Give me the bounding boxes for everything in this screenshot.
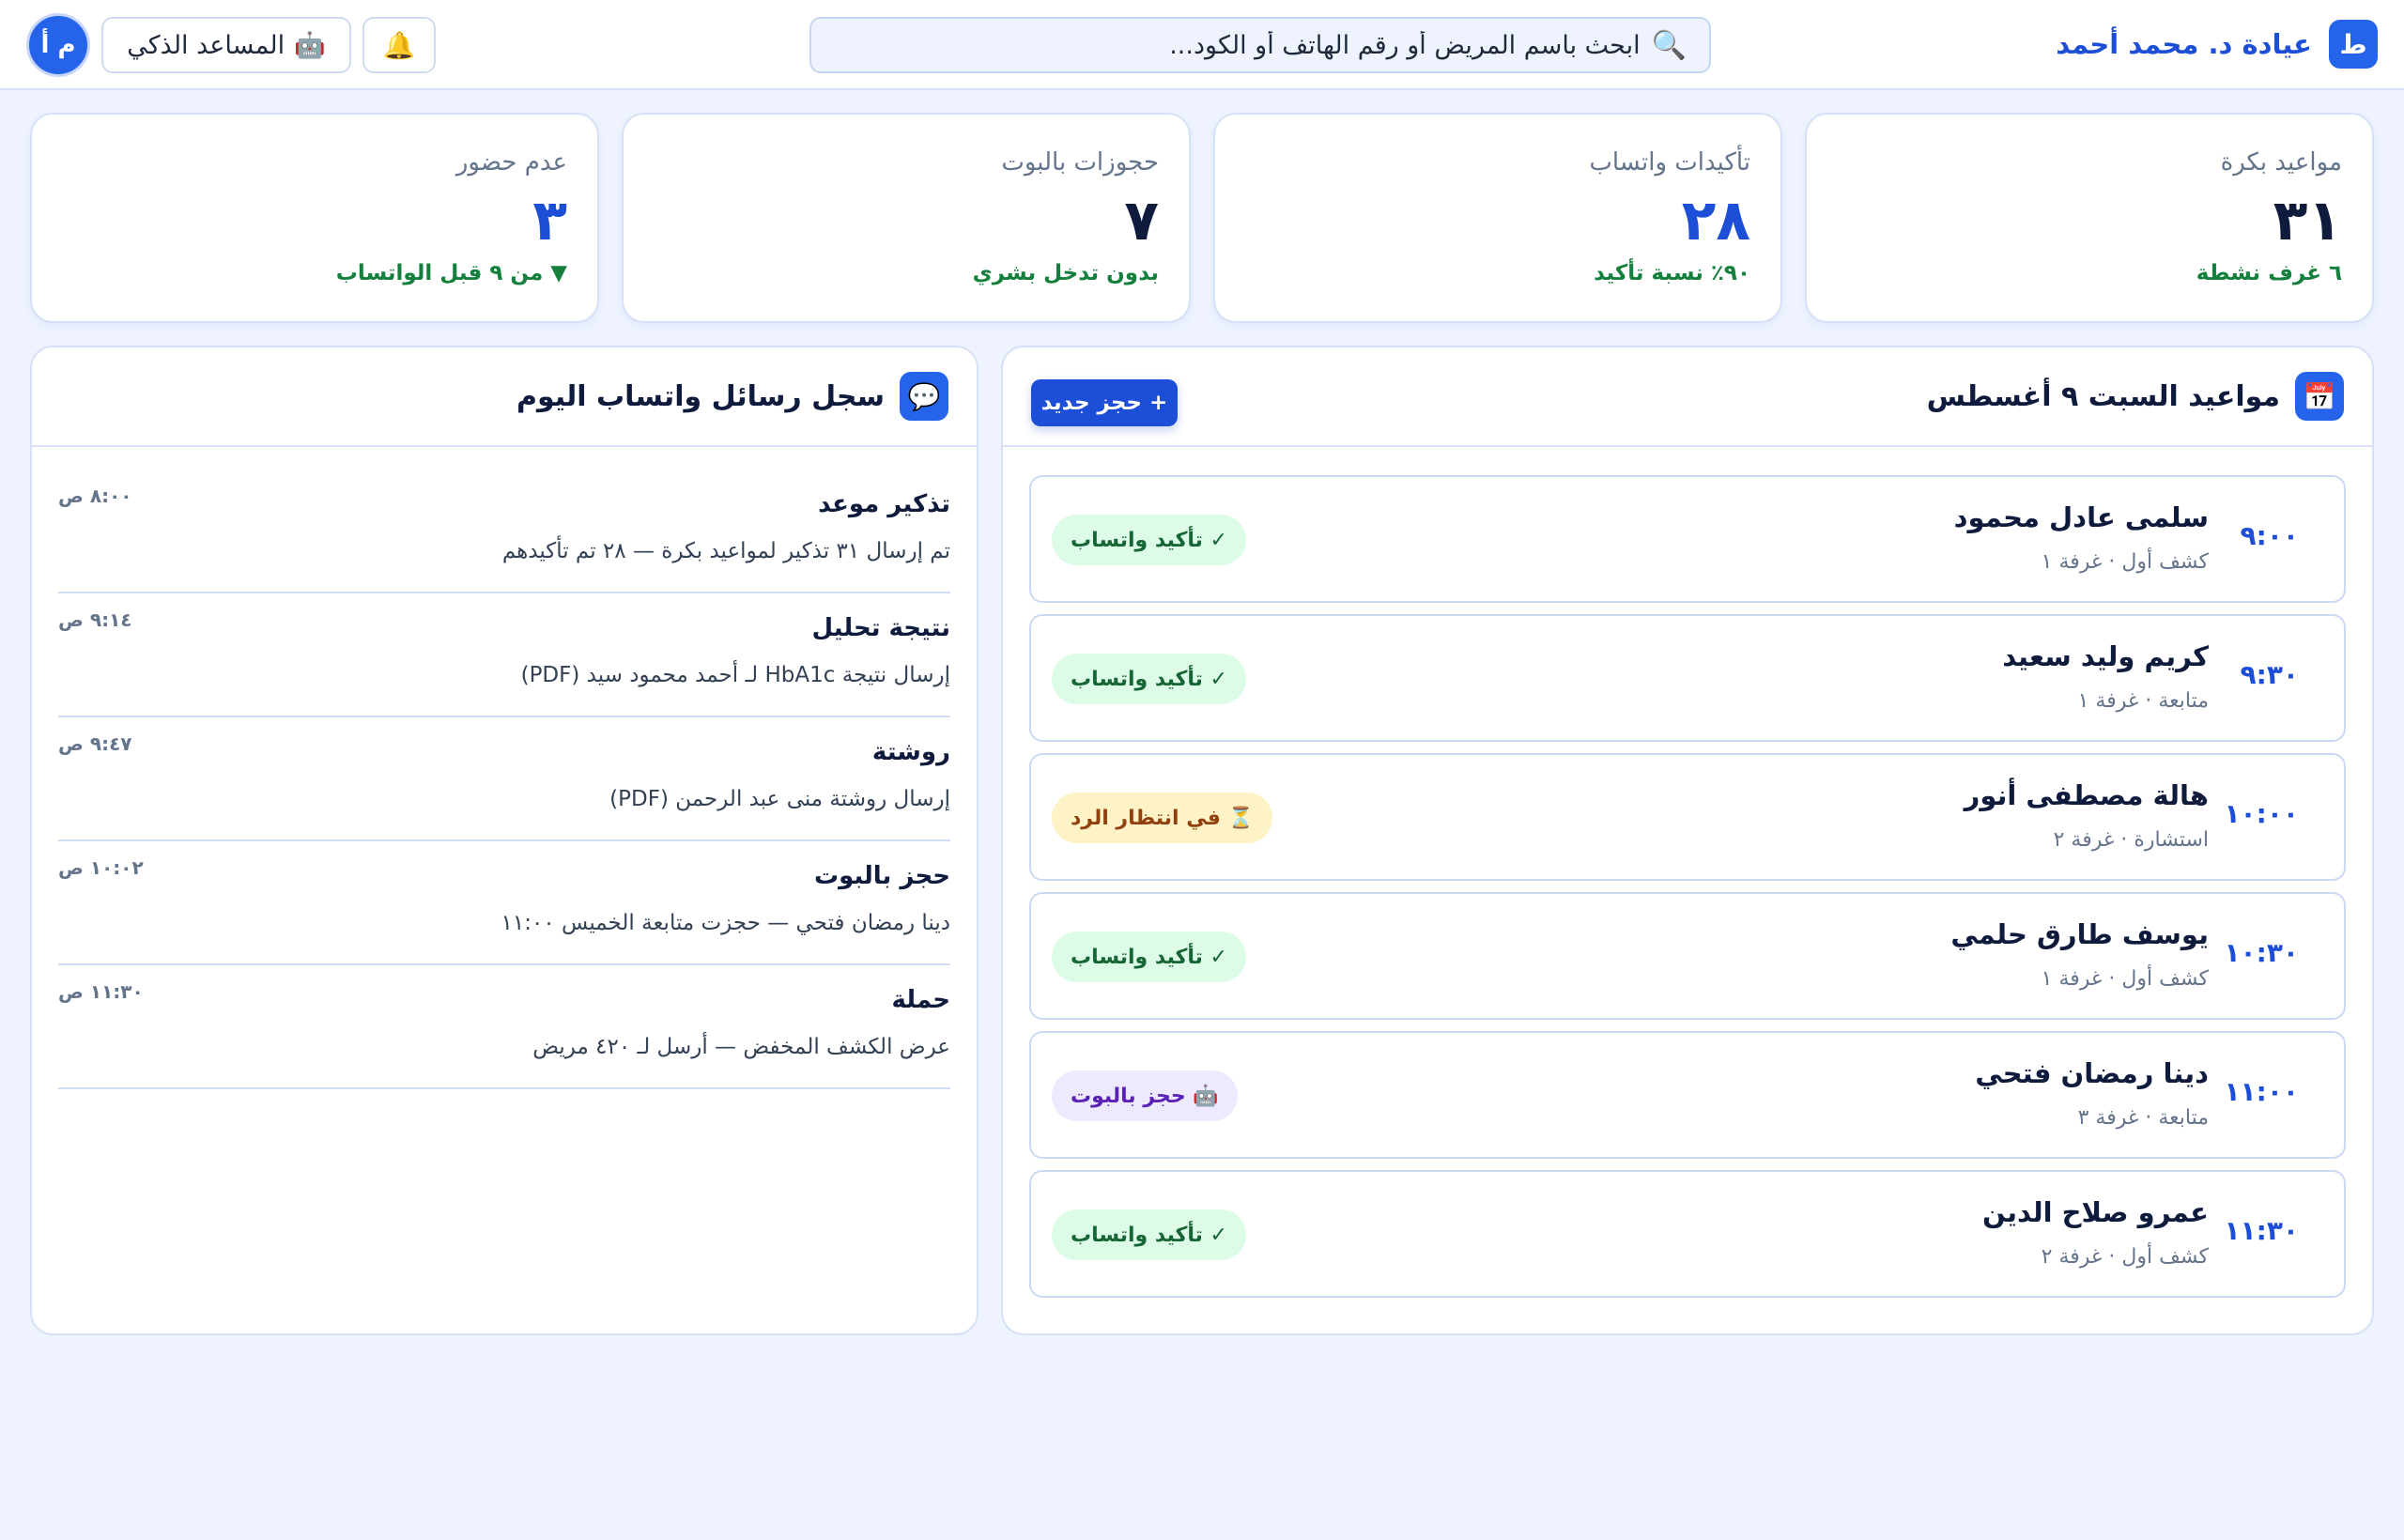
stat-value: ٣	[532, 188, 567, 254]
appointment-time: ١١:٠٠	[2224, 1076, 2299, 1107]
message-time: ٩:٤٧ ص	[58, 732, 132, 755]
stat-note: ▼ من ٩ قبل الواتساب	[335, 261, 567, 285]
message-type: تذكير موعد	[818, 490, 950, 518]
appointment-row[interactable]: ١٠:٣٠ يوسف طارق حلمي كشف أول · غرفة ١ ✓ …	[1029, 892, 2346, 1020]
appointments-list: ٩:٠٠ سلمى عادل محمود كشف أول · غرفة ١ ✓ …	[1029, 475, 2346, 1309]
stat-label: حجوزات بالبوت	[1001, 148, 1159, 177]
message-text: إرسال روشتة منى عبد الرحمن (PDF)	[609, 787, 950, 811]
patient-name: دينا رمضان فتحي	[1975, 1057, 2209, 1089]
search-bar[interactable]: 🔍	[809, 17, 1711, 73]
appointments-title: مواعيد السبت ٩ أغسطس	[1926, 379, 2280, 413]
new-booking-button[interactable]: + حجز جديد	[1031, 379, 1178, 426]
message-time: ١٠:٠٢ ص	[58, 856, 144, 879]
stat-label: مواعيد بكرة	[2220, 148, 2342, 177]
user-avatar[interactable]: م أ	[26, 13, 90, 77]
stat-label: تأكيدات واتساب	[1589, 148, 1750, 177]
whatsapp-log-title-group: 💬 سجل رسائل واتساب اليوم	[516, 372, 948, 421]
search-input[interactable]	[834, 30, 1641, 60]
status-badge: ⏳ في انتظار الرد	[1052, 793, 1272, 843]
appointment-meta: كشف أول · غرفة ٢	[2041, 1245, 2209, 1269]
patient-name: عمرو صلاح الدين	[1981, 1196, 2209, 1228]
ai-assistant-label: المساعد الذكي	[127, 30, 285, 60]
chat-bubble-icon: 💬	[900, 372, 948, 421]
whatsapp-log-header: 💬 سجل رسائل واتساب اليوم	[32, 347, 977, 447]
message-text: إرسال نتيجة HbA1c لـ أحمد محمود سيد (PDF…	[520, 663, 950, 687]
message-text: تم إرسال ٣١ تذكير لمواعيد بكرة — ٢٨ تم ت…	[501, 539, 950, 563]
message-item[interactable]: تذكير موعد تم إرسال ٣١ تذكير لمواعيد بكر…	[58, 470, 950, 593]
message-item[interactable]: حملة عرض الكشف المخفض — أرسل لـ ٤٢٠ مريض…	[58, 965, 950, 1089]
stat-value: ٢٨	[1681, 188, 1750, 254]
whatsapp-log-title: سجل رسائل واتساب اليوم	[516, 379, 885, 413]
message-type: حجز بالبوت	[813, 862, 950, 890]
stat-note: ٩٠٪ نسبة تأكيد	[1594, 261, 1750, 285]
message-type: روشتة	[871, 738, 950, 766]
message-item[interactable]: نتيجة تحليل إرسال نتيجة HbA1c لـ أحمد مح…	[58, 593, 950, 717]
appointments-panel: 📅 مواعيد السبت ٩ أغسطس + حجز جديد ٩:٠٠ س…	[1001, 346, 2374, 1335]
stat-note: ٦ غرف نشطة	[2196, 261, 2342, 285]
stat-note: بدون تدخل بشري	[972, 261, 1159, 285]
appointment-time: ١٠:٠٠	[2224, 798, 2299, 829]
status-badge: ✓ تأكيد واتساب	[1052, 654, 1246, 704]
appointment-meta: متابعة · غرفة ١	[2077, 689, 2209, 713]
whatsapp-log-panel: 💬 سجل رسائل واتساب اليوم تذكير موعد تم إ…	[30, 346, 979, 1335]
patient-name: يوسف طارق حلمي	[1950, 918, 2209, 950]
stat-value: ٣١	[2273, 188, 2342, 254]
bell-icon: 🔔	[382, 29, 416, 61]
appointment-time: ١١:٣٠	[2224, 1215, 2299, 1246]
message-type: حملة	[891, 986, 950, 1014]
status-badge: 🤖 حجز بالبوت	[1052, 1070, 1238, 1121]
search-icon: 🔍	[1651, 28, 1687, 62]
clinic-name: عيادة د. محمد أحمد	[2056, 28, 2312, 60]
appointment-meta: استشارة · غرفة ٢	[2053, 828, 2209, 852]
patient-name: سلمى عادل محمود	[1953, 501, 2209, 533]
robot-icon: 🤖	[294, 31, 326, 60]
clinic-logo: ط	[2329, 20, 2378, 69]
ai-assistant-button[interactable]: 🤖 المساعد الذكي	[101, 17, 351, 73]
stat-card-bot-bookings: حجوزات بالبوت ٧ بدون تدخل بشري	[622, 113, 1191, 323]
appointment-time: ١٠:٣٠	[2224, 937, 2299, 968]
appointment-row[interactable]: ١١:٠٠ دينا رمضان فتحي متابعة · غرفة ٣ 🤖 …	[1029, 1031, 2346, 1159]
message-list: تذكير موعد تم إرسال ٣١ تذكير لمواعيد بكر…	[58, 470, 950, 1089]
clinic-brand[interactable]: ط عيادة د. محمد أحمد	[2056, 20, 2378, 69]
appointment-row[interactable]: ٩:٣٠ كريم وليد سعيد متابعة · غرفة ١ ✓ تأ…	[1029, 614, 2346, 742]
status-badge: ✓ تأكيد واتساب	[1052, 1209, 1246, 1260]
appointment-meta: متابعة · غرفة ٣	[2077, 1106, 2209, 1130]
appointments-panel-header: 📅 مواعيد السبت ٩ أغسطس + حجز جديد	[1003, 347, 2372, 447]
appointment-meta: كشف أول · غرفة ١	[2041, 967, 2209, 991]
message-text: عرض الكشف المخفض — أرسل لـ ٤٢٠ مريض	[532, 1035, 950, 1059]
appointment-time: ٩:٠٠	[2240, 520, 2299, 551]
appointment-time: ٩:٣٠	[2240, 659, 2299, 690]
message-time: ٨:٠٠ ص	[58, 485, 132, 507]
stat-card-whatsapp-confirmations: تأكيدات واتساب ٢٨ ٩٠٪ نسبة تأكيد	[1213, 113, 1782, 323]
message-time: ١١:٣٠ ص	[58, 980, 144, 1003]
stat-card-tomorrow-appointments: مواعيد بكرة ٣١ ٦ غرف نشطة	[1805, 113, 2374, 323]
top-bar: ط عيادة د. محمد أحمد 🔍 🔔 🤖 المساعد الذكي…	[0, 0, 2404, 90]
status-badge: ✓ تأكيد واتساب	[1052, 932, 1246, 982]
message-time: ٩:١٤ ص	[58, 608, 132, 631]
message-text: دينا رمضان فتحي — حجزت متابعة الخميس ١١:…	[501, 911, 950, 935]
message-type: نتيجة تحليل	[811, 614, 950, 642]
message-item[interactable]: حجز بالبوت دينا رمضان فتحي — حجزت متابعة…	[58, 841, 950, 965]
appointment-row[interactable]: ١١:٣٠ عمرو صلاح الدين كشف أول · غرفة ٢ ✓…	[1029, 1170, 2346, 1298]
stat-card-no-shows: عدم حضور ٣ ▼ من ٩ قبل الواتساب	[30, 113, 599, 323]
stat-value: ٧	[1124, 188, 1159, 254]
appointment-meta: كشف أول · غرفة ١	[2041, 550, 2209, 574]
patient-name: كريم وليد سعيد	[2002, 640, 2209, 672]
appointments-title-group: 📅 مواعيد السبت ٩ أغسطس	[1927, 372, 2344, 421]
message-item[interactable]: روشتة إرسال روشتة منى عبد الرحمن (PDF) ٩…	[58, 717, 950, 841]
calendar-icon: 📅	[2295, 372, 2344, 421]
stat-label: عدم حضور	[455, 148, 567, 177]
notifications-button[interactable]: 🔔	[362, 17, 436, 73]
status-badge: ✓ تأكيد واتساب	[1052, 515, 1246, 565]
appointment-row[interactable]: ٩:٠٠ سلمى عادل محمود كشف أول · غرفة ١ ✓ …	[1029, 475, 2346, 603]
patient-name: هالة مصطفى أنور	[1964, 779, 2209, 811]
appointment-row[interactable]: ١٠:٠٠ هالة مصطفى أنور استشارة · غرفة ٢ ⏳…	[1029, 753, 2346, 881]
